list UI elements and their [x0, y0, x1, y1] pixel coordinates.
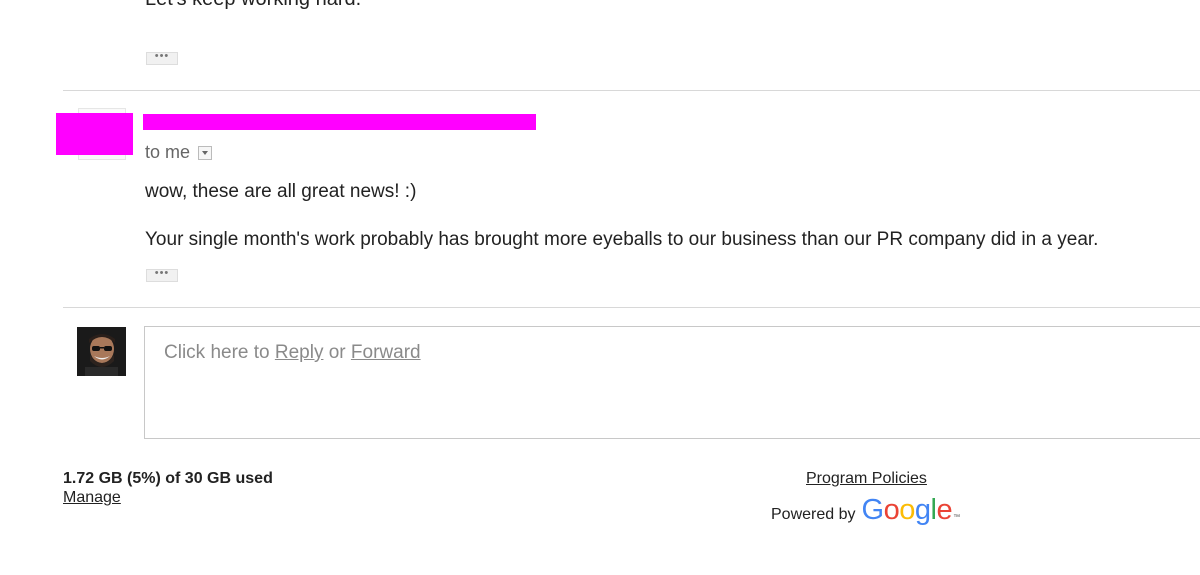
message-body-line-1: wow, these are all great news! :) [145, 181, 417, 202]
storage-usage: 1.72 GB (5%) of 30 GB used [63, 470, 273, 487]
google-logo: Google [862, 494, 953, 527]
google-logo-letter: g [914, 494, 931, 526]
gmail-thread-view: Let's keep working hard. ••• to me wow, … [0, 0, 1200, 575]
forward-link[interactable]: Forward [351, 342, 421, 363]
user-avatar [77, 327, 126, 376]
powered-by-label: Powered by [771, 506, 856, 523]
redacted-avatar-block [56, 113, 133, 155]
message-divider [63, 307, 1200, 308]
recipient-line: to me [145, 142, 213, 163]
previous-message-last-line: Let's keep working hard. [145, 0, 361, 11]
reply-prompt-or: or [323, 342, 351, 363]
trademark-symbol: ™ [953, 514, 961, 521]
reply-link[interactable]: Reply [275, 342, 324, 363]
redacted-sender-name [143, 114, 536, 130]
message-divider [63, 90, 1200, 91]
message-body-line-2: Your single month's work probably has br… [145, 229, 1099, 250]
recipient-label: to me [145, 142, 191, 162]
google-logo-letter: o [883, 494, 900, 526]
google-logo-letter: G [861, 494, 885, 526]
powered-by-google: Powered by Google ™ [771, 494, 960, 527]
show-trimmed-content-button[interactable]: ••• [146, 51, 178, 65]
program-policies-link[interactable]: Program Policies [806, 470, 927, 488]
reply-box[interactable]: Click here to Reply or Forward [144, 326, 1200, 439]
show-details-dropdown-icon[interactable] [198, 145, 213, 160]
google-logo-letter: e [936, 494, 953, 526]
manage-storage-link[interactable]: Manage [63, 489, 121, 507]
reply-prompt-prefix: Click here to [164, 342, 275, 363]
google-logo-letter: o [899, 494, 915, 526]
show-trimmed-content-button[interactable]: ••• [146, 268, 178, 282]
user-avatar-photo-icon [77, 327, 126, 376]
reply-prompt: Click here to Reply or Forward [164, 342, 421, 364]
